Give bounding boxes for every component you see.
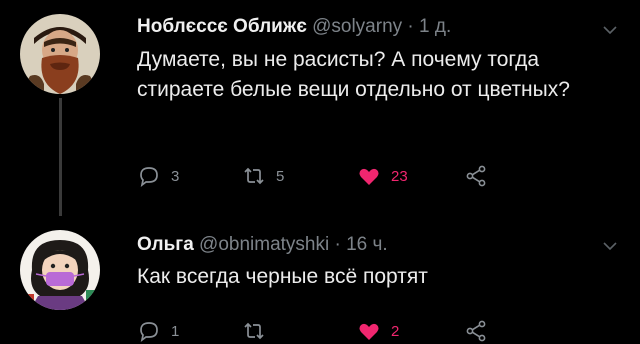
tweet-header: Ольга @obnimatyshki · 16 ч. [137,234,388,256]
avatar[interactable] [20,14,100,94]
author-name[interactable]: Ноблєссє Оближє [137,16,307,37]
chevron-down-icon[interactable] [602,22,618,38]
timestamp[interactable]: 1 д. [419,16,451,37]
retweet-button[interactable]: 5 [242,163,284,189]
heart-icon [359,323,379,340]
retweet-icon [244,167,264,185]
reply-count: 3 [171,167,180,185]
heart-icon [359,168,379,185]
tweet-text: Как всегда черные всё портят [137,265,428,288]
reply-count: 1 [171,322,180,340]
like-button[interactable]: 2 [357,318,399,344]
bearded-man-avatar-icon [20,14,100,94]
tweet-actions: 3 5 23 [137,163,517,189]
separator: · [334,234,341,255]
author-handle[interactable]: @obnimatyshki [199,234,329,255]
share-icon [466,320,486,342]
share-button[interactable] [464,318,488,344]
retweet-icon [244,322,264,340]
like-count: 2 [391,322,400,340]
avatar[interactable] [20,230,100,310]
reply-icon [140,167,158,188]
author-name[interactable]: Ольга [137,234,194,255]
author-handle[interactable]: @solyarny [312,16,402,37]
tweet[interactable]: Ольга @obnimatyshki · 16 ч. Как всегда ч… [0,222,640,343]
reply-icon [140,322,158,343]
share-icon [466,165,486,187]
timestamp[interactable]: 16 ч. [346,234,388,255]
like-button[interactable]: 23 [357,163,408,189]
tweet-text: Думаете, вы не расисты? А почему тогда с… [137,48,570,101]
thread-line [59,98,62,216]
separator: · [407,16,414,37]
cartoon-girl-avatar-icon [20,230,100,310]
like-count: 23 [391,167,408,185]
retweet-button[interactable] [242,318,276,344]
tweet-header: Ноблєссє Оближє @solyarny · 1 д. [137,16,451,38]
tweet[interactable]: Ноблєссє Оближє @solyarny · 1 д. Думаете… [0,0,640,216]
reply-button[interactable]: 3 [137,163,179,189]
chevron-down-icon[interactable] [602,238,618,254]
retweet-count: 5 [276,167,285,185]
share-button[interactable] [464,163,488,189]
reply-button[interactable]: 1 [137,318,179,344]
tweet-actions: 1 2 [137,318,517,344]
